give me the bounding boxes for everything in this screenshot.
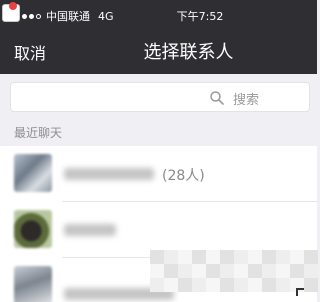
corner-marker-icon	[296, 288, 304, 296]
search-input[interactable]: 搜索	[10, 82, 310, 112]
page-title: 选择联系人	[143, 42, 234, 63]
recent-chats-header: 最近聊天	[14, 126, 63, 140]
chat-name-redacted	[64, 168, 154, 180]
status-time: 下午7:52	[176, 10, 224, 23]
status-bar: 中国联通 4G 下午7:52	[0, 0, 317, 28]
cancel-button[interactable]: 取消	[14, 40, 46, 64]
avatar	[14, 266, 52, 302]
signal-strength-icon	[22, 13, 41, 19]
chat-name-redacted	[64, 224, 116, 236]
network-type: 4G	[98, 9, 114, 23]
search-bar: 搜索	[0, 74, 317, 118]
carrier-name: 中国联通	[46, 10, 90, 23]
member-count: (28人)	[162, 168, 205, 184]
avatar	[14, 210, 52, 248]
avatar	[14, 154, 52, 192]
nav-bar: 取消 选择联系人	[0, 28, 317, 74]
search-icon	[210, 91, 224, 105]
app-badge-icon	[2, 2, 20, 22]
list-item[interactable]: (28人)	[0, 146, 317, 202]
status-left: 中国联通 4G	[22, 8, 114, 24]
redaction-mosaic	[150, 250, 318, 302]
search-placeholder: 搜索	[233, 93, 260, 108]
